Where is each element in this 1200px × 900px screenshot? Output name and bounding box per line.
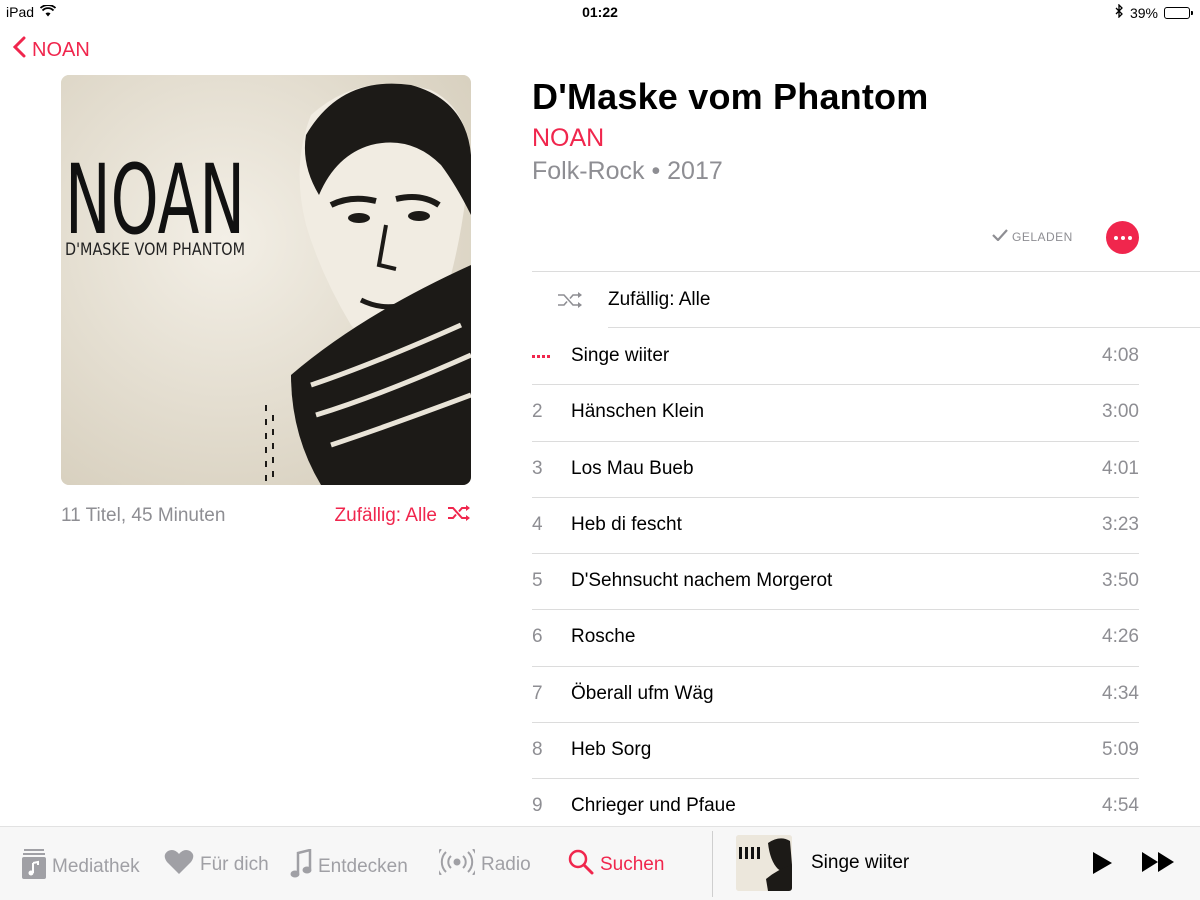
status-right: 39% <box>1115 3 1193 21</box>
track-row[interactable]: 8 Heb Sorg 5:09 <box>532 722 1139 778</box>
tab-bar-divider <box>712 831 713 897</box>
track-number: 7 <box>532 682 543 704</box>
battery-percent: 39% <box>1129 4 1158 21</box>
track-row[interactable]: 4 Heb di fescht 3:23 <box>532 497 1139 553</box>
back-label: NOAN <box>32 38 90 61</box>
artist-link[interactable]: NOAN <box>532 124 604 153</box>
status-bar: iPad 01:22 39% <box>0 0 1200 24</box>
equalizer-bar <box>532 354 535 358</box>
more-dot <box>1113 235 1118 240</box>
tab-entdecken[interactable]: Entdecken <box>290 848 408 885</box>
shuffle-all-button[interactable]: Zufällig: Alle <box>335 505 471 527</box>
track-duration: 4:34 <box>1102 682 1139 704</box>
now-playing-title[interactable]: Singe wiiter <box>811 852 909 874</box>
track-title: Los Mau Bueb <box>571 457 694 479</box>
play-button[interactable] <box>1092 852 1112 879</box>
equalizer-bar <box>542 354 545 358</box>
music-note-icon <box>290 848 312 885</box>
equalizer-icon <box>532 354 571 358</box>
tab-mediathek[interactable]: Mediathek <box>22 849 140 885</box>
tab-label: Entdecken <box>318 856 408 877</box>
tab-suchen[interactable]: Suchen <box>568 849 664 881</box>
track-duration: 4:08 <box>1102 345 1139 366</box>
tab-label: Suchen <box>600 854 665 875</box>
album-summary: 11 Titel, 45 Minuten <box>61 505 226 526</box>
tab-radio[interactable]: Radio <box>435 848 531 881</box>
track-duration: 5:09 <box>1102 738 1139 760</box>
track-number: 4 <box>532 513 543 535</box>
tab-bar: Mediathek Für dich Entdecken Radio Suche… <box>0 826 1200 900</box>
shuffle-icon <box>532 292 608 308</box>
track-row[interactable]: 2 Hänschen Klein 3:00 <box>532 384 1139 440</box>
track-title: Rosche <box>571 626 636 648</box>
track-number: 9 <box>532 795 543 816</box>
chevron-left-icon <box>12 36 26 64</box>
shuffle-row-label: Zufällig: Alle <box>608 289 711 310</box>
shuffle-label: Zufällig: Alle <box>334 505 437 526</box>
track-title: Singe wiiter <box>571 345 670 366</box>
tab-label: Mediathek <box>52 856 140 877</box>
track-title: Hänschen Klein <box>571 401 705 423</box>
track-duration: 4:26 <box>1102 626 1139 648</box>
track-row[interactable]: 6 Rosche 4:26 <box>532 609 1139 665</box>
track-title: Öberall ufm Wäg <box>571 682 714 704</box>
downloaded-status: GELADEN <box>992 229 1073 244</box>
more-options-button[interactable] <box>1106 221 1139 254</box>
track-duration: 4:54 <box>1102 795 1139 816</box>
track-row[interactable]: 3 Los Mau Bueb 4:01 <box>532 441 1139 497</box>
track-duration: 4:01 <box>1102 457 1139 479</box>
equalizer-bar <box>537 354 540 358</box>
track-number: 6 <box>532 626 543 648</box>
status-time: 01:22 <box>582 4 618 20</box>
album-title: D'Maske vom Phantom <box>532 76 929 117</box>
search-icon <box>568 849 594 881</box>
track-duration: 3:23 <box>1102 513 1139 535</box>
more-dot <box>1120 235 1125 240</box>
now-playing-artwork[interactable] <box>736 835 792 891</box>
tab-fuer-dich[interactable]: Für dich <box>164 849 269 881</box>
radio-icon <box>435 848 479 881</box>
now-playing-indicator-icon <box>532 354 571 358</box>
tab-label: Für dich <box>200 854 269 875</box>
track-title: D'Sehnsucht nachem Morgerot <box>571 570 833 591</box>
equalizer-bar <box>547 354 550 358</box>
track-number: 8 <box>532 738 543 760</box>
back-button[interactable]: NOAN <box>12 36 90 64</box>
track-number: 2 <box>532 401 543 423</box>
next-track-button[interactable] <box>1142 852 1174 877</box>
track-row[interactable]: 7 Öberall ufm Wäg 4:34 <box>532 666 1139 722</box>
track-title: Chrieger und Pfaue <box>571 795 736 816</box>
shuffle-icon <box>447 505 471 527</box>
more-dot <box>1127 235 1132 240</box>
downloaded-label: GELADEN <box>1012 229 1073 244</box>
track-duration: 3:00 <box>1102 401 1139 423</box>
track-title: Heb di fescht <box>571 513 682 535</box>
fast-forward-icon <box>1142 852 1174 876</box>
cover-subtitle-text: D'MASKE VOM PHANTOM <box>65 240 245 260</box>
heart-icon <box>164 849 194 881</box>
track-number: 5 <box>532 570 543 591</box>
track-row[interactable]: 5 D'Sehnsucht nachem Morgerot 3:50 <box>532 553 1139 609</box>
track-row[interactable]: Singe wiiter 4:08 <box>532 328 1139 384</box>
bluetooth-icon <box>1115 3 1124 21</box>
tab-label: Radio <box>481 854 531 875</box>
shuffle-all-row[interactable]: Zufällig: Alle <box>532 272 1200 328</box>
track-title: Heb Sorg <box>571 738 652 760</box>
album-cover: NOAN D'MASKE VOM PHANTOM <box>61 75 471 485</box>
track-duration: 3:50 <box>1102 570 1139 591</box>
battery-icon <box>1164 6 1193 19</box>
checkmark-icon <box>992 229 1008 244</box>
library-icon <box>22 849 46 885</box>
genre-year: Folk-Rock • 2017 <box>532 157 723 185</box>
play-icon <box>1092 852 1112 878</box>
track-number: 3 <box>532 457 543 479</box>
